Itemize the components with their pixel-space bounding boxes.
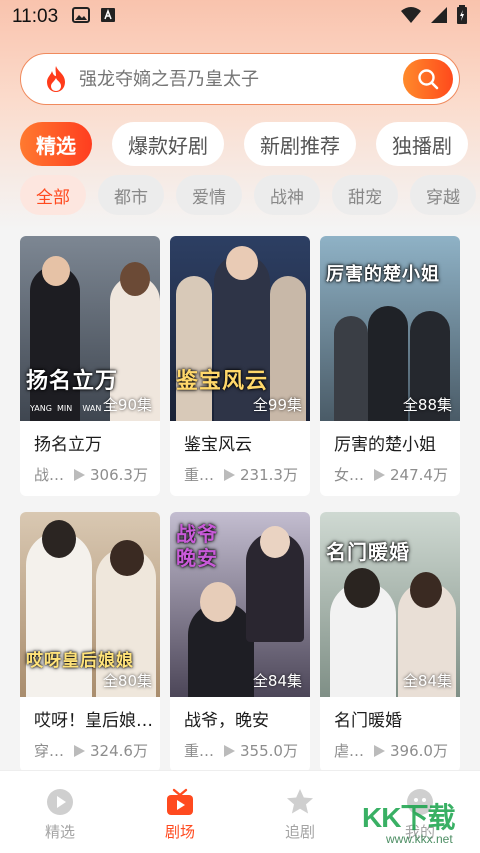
poster-title: 名门暖婚	[326, 540, 410, 564]
drama-title: 厉害的楚小姐	[334, 435, 436, 455]
drama-card[interactable]: 扬名立万 YANG MIN WAN 全90集 扬名立万 战… 306.3万	[20, 236, 160, 496]
watermark-url: www.kkx.net	[386, 832, 453, 846]
episode-count: 全90集	[102, 396, 152, 414]
play-count-icon	[374, 468, 385, 481]
play-count: 324.6万	[90, 742, 148, 760]
search-icon	[418, 69, 439, 90]
drama-tag: 重…	[184, 466, 214, 484]
drama-poster[interactable]: 鉴宝风云 全99集	[170, 236, 310, 421]
drama-meta: 女… 247.4万	[334, 464, 454, 485]
drama-tag: 战…	[34, 466, 64, 484]
genre-war-god[interactable]: 战神	[254, 175, 320, 215]
drama-card[interactable]: 哎呀皇后娘娘 全80集 哎呀！皇后娘… 穿… 324.6万	[20, 512, 160, 772]
image-notification-icon	[72, 6, 91, 28]
app-notification-icon	[100, 7, 116, 28]
battery-icon	[456, 4, 468, 30]
nav-label: 追剧	[284, 823, 315, 841]
search-bar[interactable]	[20, 53, 460, 105]
episode-count: 全88集	[402, 396, 452, 414]
nav-label: 剧场	[164, 823, 195, 841]
drama-poster[interactable]: 哎呀皇后娘娘 全80集	[20, 512, 160, 697]
drama-meta: 虐… 396.0万	[334, 740, 454, 761]
nav-following[interactable]: 追剧	[240, 771, 360, 853]
drama-tag: 穿…	[34, 742, 64, 760]
genre-urban[interactable]: 都市	[98, 175, 164, 215]
star-icon	[287, 789, 313, 814]
play-count-icon	[374, 744, 385, 757]
drama-tag: 虐…	[334, 742, 364, 760]
play-count-icon	[224, 468, 235, 481]
signal-icon	[430, 6, 448, 29]
episode-count: 全80集	[102, 672, 152, 690]
drama-meta: 重… 231.3万	[184, 464, 304, 485]
drama-poster[interactable]: 扬名立万 YANG MIN WAN 全90集	[20, 236, 160, 421]
nav-theater[interactable]: 剧场	[120, 771, 240, 853]
play-circle-icon	[47, 789, 73, 815]
drama-meta: 战… 306.3万	[34, 464, 154, 485]
drama-grid: 扬名立万 YANG MIN WAN 全90集 扬名立万 战… 306.3万 鉴宝…	[20, 236, 460, 772]
wifi-icon	[400, 6, 422, 29]
poster-title: 厉害的楚小姐	[326, 264, 440, 285]
play-count: 355.0万	[240, 742, 298, 760]
play-count-icon	[224, 744, 235, 757]
genre-romance[interactable]: 爱情	[176, 175, 242, 215]
drama-title: 战爷，晚安	[184, 711, 269, 731]
drama-tag: 重…	[184, 742, 214, 760]
drama-title: 名门暖婚	[334, 711, 402, 731]
tab-new-dramas[interactable]: 新剧推荐	[244, 122, 356, 166]
poster-subtitle: YANG MIN WAN	[30, 404, 102, 413]
episode-count: 全84集	[252, 672, 302, 690]
search-button[interactable]	[403, 59, 453, 99]
drama-card[interactable]: 厉害的楚小姐 全88集 厉害的楚小姐 女… 247.4万	[320, 236, 460, 496]
watermark-logo: KK下载	[362, 802, 455, 833]
poster-title: 哎呀皇后娘娘	[26, 651, 134, 671]
status-time: 11:03	[12, 6, 59, 27]
drama-poster[interactable]: 厉害的楚小姐 全88集	[320, 236, 460, 421]
poster-title: 战爷晚安	[176, 522, 218, 570]
drama-poster[interactable]: 战爷晚安 全84集	[170, 512, 310, 697]
poster-title: 鉴宝风云	[176, 368, 269, 394]
drama-title: 扬名立万	[34, 435, 102, 455]
play-count-icon	[74, 744, 85, 757]
drama-title: 哎呀！皇后娘…	[34, 711, 153, 731]
play-count-icon	[74, 468, 85, 481]
drama-poster[interactable]: 名门暖婚 全84集	[320, 512, 460, 697]
play-count: 306.3万	[90, 466, 148, 484]
play-count: 247.4万	[390, 466, 448, 484]
drama-card[interactable]: 鉴宝风云 全99集 鉴宝风云 重… 231.3万	[170, 236, 310, 496]
tab-hit-dramas[interactable]: 爆款好剧	[112, 122, 224, 166]
tab-exclusive[interactable]: 独播剧	[376, 122, 468, 166]
drama-card[interactable]: 名门暖婚 全84集 名门暖婚 虐… 396.0万	[320, 512, 460, 772]
category-tabs: 精选 爆款好剧 新剧推荐 独播剧	[20, 122, 480, 166]
episode-count: 全84集	[402, 672, 452, 690]
tab-featured[interactable]: 精选	[20, 122, 92, 166]
episode-count: 全99集	[252, 396, 302, 414]
genre-filter: 全部 都市 爱情 战神 甜宠 穿越	[20, 175, 480, 217]
status-bar: 11:03	[0, 0, 480, 34]
drama-meta: 穿… 324.6万	[34, 740, 154, 761]
drama-meta: 重… 355.0万	[184, 740, 304, 761]
drama-tag: 女…	[334, 466, 364, 484]
play-count: 396.0万	[390, 742, 448, 760]
search-input[interactable]	[79, 68, 403, 90]
genre-time-travel[interactable]: 穿越	[410, 175, 476, 215]
tv-icon	[167, 788, 193, 815]
genre-sweet[interactable]: 甜宠	[332, 175, 398, 215]
nav-featured[interactable]: 精选	[0, 771, 120, 853]
genre-all[interactable]: 全部	[20, 175, 86, 215]
drama-title: 鉴宝风云	[184, 435, 252, 455]
poster-title: 扬名立万	[26, 368, 119, 394]
nav-label: 精选	[44, 823, 75, 841]
flame-icon	[47, 66, 65, 92]
play-count: 231.3万	[240, 466, 298, 484]
drama-card[interactable]: 战爷晚安 全84集 战爷，晚安 重… 355.0万	[170, 512, 310, 772]
